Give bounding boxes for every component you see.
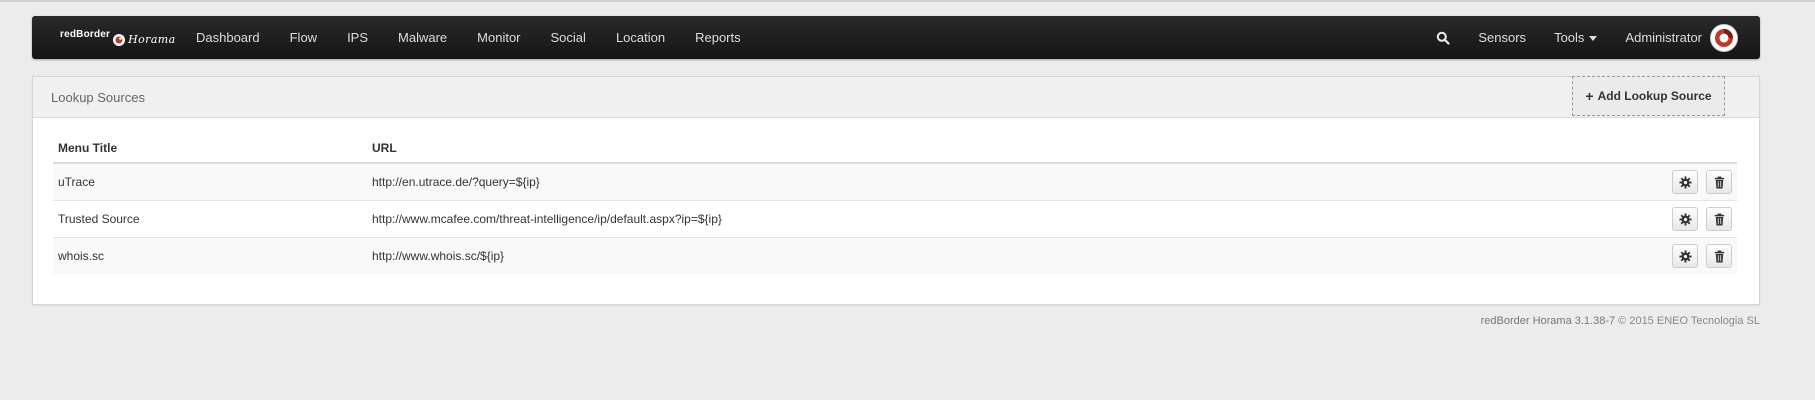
row-menu-title: uTrace xyxy=(53,163,367,201)
nav-sensors[interactable]: Sensors xyxy=(1478,30,1526,45)
nav-tools-label: Tools xyxy=(1554,30,1585,45)
avatar-icon xyxy=(1712,25,1736,50)
panel-header: Lookup Sources + Add Lookup Source xyxy=(33,76,1759,118)
trash-icon xyxy=(1714,213,1725,226)
edit-button[interactable] xyxy=(1671,244,1698,268)
plus-icon: + xyxy=(1585,88,1594,104)
table-row: Trusted Source http://www.mcafee.com/thr… xyxy=(53,200,1737,238)
footer: redBorder Horama 3.1.38-7 © 2015 ENEO Te… xyxy=(1481,315,1760,327)
trash-icon xyxy=(1714,250,1725,263)
row-menu-title: whois.sc xyxy=(53,237,367,274)
nav-location[interactable]: Location xyxy=(616,30,665,45)
row-url: http://www.whois.sc/${ip} xyxy=(367,237,1500,274)
row-url: http://en.utrace.de/?query=${ip} xyxy=(367,163,1500,201)
gear-icon xyxy=(1679,250,1692,263)
footer-copyright[interactable]: © 2015 ENEO Tecnologia SL xyxy=(1618,315,1760,327)
column-header-menu-title[interactable]: Menu Title xyxy=(53,133,367,164)
user-name: Administrator xyxy=(1625,30,1702,45)
column-header-url[interactable]: URL xyxy=(367,133,1500,164)
edit-button[interactable] xyxy=(1671,207,1698,231)
top-border xyxy=(0,0,1815,2)
row-actions xyxy=(1499,237,1737,274)
trash-icon xyxy=(1714,176,1725,189)
row-menu-title: Trusted Source xyxy=(53,200,367,238)
nav-right: Sensors Tools Administrator xyxy=(1436,16,1738,59)
row-actions xyxy=(1499,200,1737,238)
navbar: redBorder Horama Dashboard Flow IPS Malw… xyxy=(32,16,1760,59)
brand-name-part2: Horama xyxy=(128,32,176,46)
delete-button[interactable] xyxy=(1706,244,1732,268)
edit-button[interactable] xyxy=(1671,170,1698,194)
lookup-sources-panel: Lookup Sources + Add Lookup Source Menu … xyxy=(32,76,1760,305)
lookup-sources-table: Menu Title URL uTrace http://en.utrace.d… xyxy=(53,133,1737,274)
brand-logo[interactable]: redBorder Horama xyxy=(60,27,176,49)
main-nav: Dashboard Flow IPS Malware Monitor Socia… xyxy=(196,16,771,59)
gear-icon xyxy=(1679,176,1692,189)
delete-button[interactable] xyxy=(1706,170,1732,194)
delete-button[interactable] xyxy=(1706,207,1732,231)
nav-tools-dropdown[interactable]: Tools xyxy=(1554,30,1598,45)
nav-monitor[interactable]: Monitor xyxy=(477,30,520,45)
table-row: whois.sc http://www.whois.sc/${ip} xyxy=(53,237,1737,274)
avatar xyxy=(1710,23,1738,52)
brand-name-part1: redBorder xyxy=(60,28,111,40)
panel-title: Lookup Sources xyxy=(51,90,145,105)
nav-ips[interactable]: IPS xyxy=(347,30,368,45)
row-url: http://www.mcafee.com/threat-intelligenc… xyxy=(367,200,1500,238)
nav-social[interactable]: Social xyxy=(551,30,586,45)
nav-dashboard[interactable]: Dashboard xyxy=(196,30,260,45)
nav-malware[interactable]: Malware xyxy=(398,30,447,45)
table-header-row: Menu Title URL xyxy=(53,133,1737,164)
row-actions xyxy=(1499,163,1737,201)
gear-icon xyxy=(1679,213,1692,226)
footer-version: redBorder Horama 3.1.38-7 xyxy=(1480,315,1616,327)
nav-reports[interactable]: Reports xyxy=(695,30,741,45)
table-row: uTrace http://en.utrace.de/?query=${ip} xyxy=(53,163,1737,201)
add-lookup-source-button[interactable]: + Add Lookup Source xyxy=(1572,76,1725,116)
brand-mark-icon xyxy=(113,34,126,46)
chevron-down-icon xyxy=(1589,36,1598,42)
search-icon[interactable] xyxy=(1436,31,1450,45)
column-header-actions xyxy=(1499,133,1737,164)
add-lookup-source-label: Add Lookup Source xyxy=(1597,89,1712,103)
user-menu[interactable]: Administrator xyxy=(1625,23,1738,52)
nav-flow[interactable]: Flow xyxy=(290,30,317,45)
